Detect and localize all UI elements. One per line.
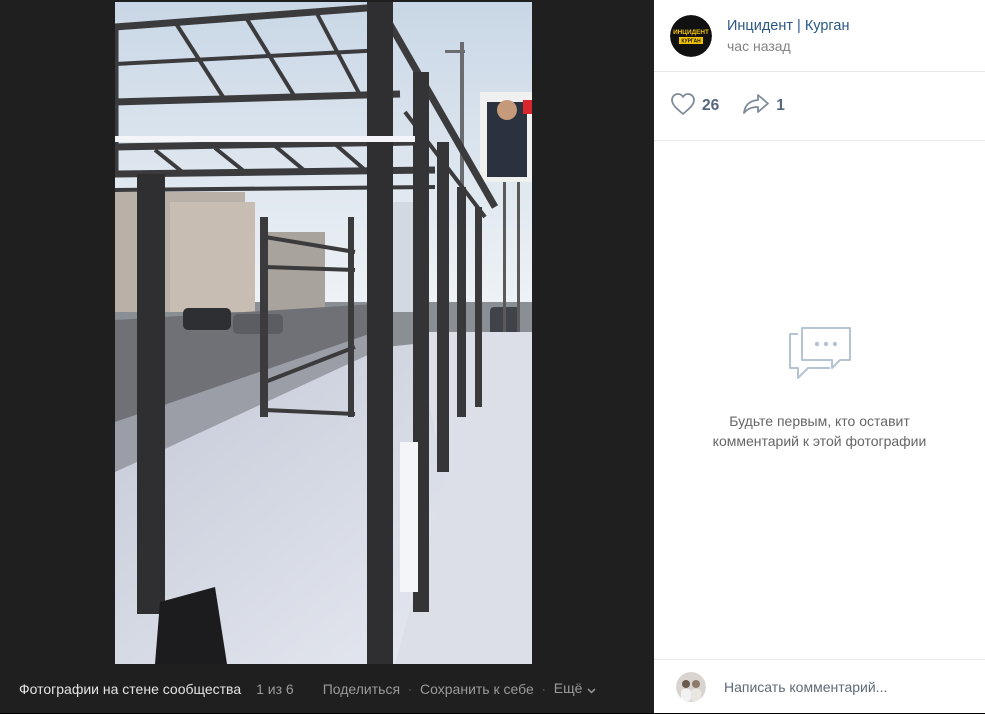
photo-footer: Фотографии на стене сообщества 1 из 6 По… bbox=[0, 664, 654, 713]
save-link[interactable]: Сохранить к себе bbox=[420, 681, 534, 697]
comment-composer[interactable]: Написать комментарий... bbox=[654, 659, 985, 714]
share-link[interactable]: Поделиться bbox=[323, 681, 400, 697]
chevron-down-icon bbox=[587, 681, 596, 697]
photo[interactable] bbox=[115, 2, 532, 664]
comments-sidebar: ИНЦИДЕНТ КУРГАН Инцидент | Курган час на… bbox=[654, 0, 985, 713]
post-header: ИНЦИДЕНТ КУРГАН Инцидент | Курган час на… bbox=[654, 0, 985, 72]
album-link[interactable]: Фотографии на стене сообщества bbox=[19, 681, 241, 697]
separator: · bbox=[408, 681, 413, 696]
photo-viewer: Фотографии на стене сообщества 1 из 6 По… bbox=[0, 0, 654, 713]
comment-input[interactable]: Написать комментарий... bbox=[724, 679, 887, 695]
post-actions: 26 1 bbox=[654, 72, 985, 141]
post-time: час назад bbox=[727, 37, 791, 54]
like-button[interactable]: 26 bbox=[670, 92, 719, 121]
more-label: Ещё bbox=[553, 679, 583, 696]
share-arrow-icon bbox=[742, 93, 770, 120]
avatar-logo-bottom: КУРГАН bbox=[681, 38, 701, 44]
photo-image bbox=[115, 2, 532, 664]
empty-text-line-2: комментарий к этой фотографии bbox=[712, 433, 927, 449]
comments-empty-state: Будьте первым, кто оставит комментарий к… bbox=[654, 318, 985, 451]
like-count: 26 bbox=[702, 97, 720, 114]
avatar-logo-top: ИНЦИДЕНТ bbox=[673, 29, 709, 36]
share-button[interactable]: 1 bbox=[742, 93, 785, 120]
community-avatar[interactable]: ИНЦИДЕНТ КУРГАН bbox=[670, 14, 712, 57]
empty-comments-text: Будьте первым, кто оставит комментарий к… bbox=[654, 411, 985, 451]
heart-icon bbox=[670, 92, 696, 121]
more-menu[interactable]: Ещё bbox=[554, 680, 597, 697]
comment-bubbles-icon bbox=[784, 327, 856, 388]
user-avatar bbox=[676, 672, 706, 702]
separator: · bbox=[541, 681, 546, 696]
community-name[interactable]: Инцидент | Курган bbox=[727, 18, 849, 34]
author-block: Инцидент | Курган час назад bbox=[727, 18, 849, 54]
photo-counter: 1 из 6 bbox=[256, 680, 294, 697]
share-count: 1 bbox=[776, 97, 785, 114]
empty-text-line-1: Будьте первым, кто оставит bbox=[729, 413, 910, 429]
